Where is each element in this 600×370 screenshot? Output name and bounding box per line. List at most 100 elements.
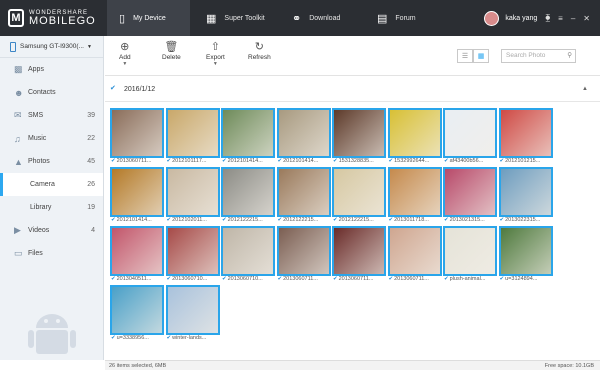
checked-icon[interactable]: ✔ xyxy=(500,158,505,164)
photo-thumbnail[interactable]: ✔1531328835... xyxy=(332,108,386,167)
tab-super-toolkit[interactable]: ▦ Super Toolkit xyxy=(200,0,280,36)
photo-thumbnail[interactable]: ✔2013060711... xyxy=(276,226,331,285)
checked-icon[interactable]: ✔ xyxy=(389,217,394,223)
list-view-icon[interactable]: ☰ xyxy=(457,49,473,63)
sidebar-item-apps[interactable]: ▩ Apps xyxy=(0,58,103,81)
photo-thumbnail[interactable]: ✔2012101414... xyxy=(276,108,331,167)
photo-thumbnail[interactable]: ✔2013060711... xyxy=(332,226,386,285)
photo-thumbnail[interactable]: ✔2013021315... xyxy=(443,167,497,226)
photo-thumbnail[interactable]: ✔2012101215... xyxy=(498,108,553,167)
user-name[interactable]: kaka yang xyxy=(505,15,537,22)
photo-image[interactable] xyxy=(276,108,331,158)
photo-image[interactable] xyxy=(276,167,331,217)
photo-thumbnail[interactable]: ✔2013022315... xyxy=(498,167,553,226)
photo-image[interactable] xyxy=(332,108,386,158)
checked-icon[interactable]: ✔ xyxy=(333,158,338,164)
sidebar-item-contacts[interactable]: ☻ Contacts xyxy=(0,81,103,104)
checked-icon[interactable]: ✔ xyxy=(333,276,338,282)
photo-image[interactable] xyxy=(110,108,164,158)
checked-icon[interactable]: ✔ xyxy=(111,217,116,223)
photo-thumbnail[interactable]: ✔2013060710... xyxy=(221,226,275,285)
checked-icon[interactable]: ✔ xyxy=(444,276,449,282)
add-button[interactable]: ⊕ Add ▼ xyxy=(119,40,131,67)
photo-thumbnail[interactable]: ✔plush-animal... xyxy=(443,226,497,285)
photo-thumbnail[interactable]: ✔2013040511... xyxy=(110,226,164,285)
checked-icon[interactable]: ✔ xyxy=(111,276,116,282)
photo-thumbnail[interactable]: ✔af43400b56... xyxy=(443,108,497,167)
photo-thumbnail[interactable]: ✔2012122215... xyxy=(276,167,331,226)
sidebar-item-music[interactable]: ♫ Music 22 xyxy=(0,127,103,150)
refresh-button[interactable]: ↻ Refresh xyxy=(248,40,271,61)
checked-icon[interactable]: ✔ xyxy=(222,217,227,223)
photo-thumbnail[interactable]: ✔2012102011... xyxy=(165,167,220,226)
checked-icon[interactable]: ✔ xyxy=(389,276,394,282)
photo-thumbnail[interactable]: ✔2012101414... xyxy=(110,167,164,226)
group-checkbox[interactable]: ✔ xyxy=(110,85,118,93)
checked-icon[interactable]: ✔ xyxy=(500,217,505,223)
checked-icon[interactable]: ✔ xyxy=(278,276,283,282)
tab-download[interactable]: ⚭ Download xyxy=(288,0,358,36)
menu-icon[interactable]: ≡ xyxy=(558,14,563,23)
checked-icon[interactable]: ✔ xyxy=(278,158,283,164)
collapse-icon[interactable]: ▲ xyxy=(582,86,588,92)
photo-image[interactable] xyxy=(387,226,442,276)
tab-forum[interactable]: ▤ Forum xyxy=(375,0,445,36)
photo-image[interactable] xyxy=(165,285,220,335)
photo-image[interactable] xyxy=(332,167,386,217)
photo-thumbnail[interactable]: ✔winter-lands... xyxy=(165,285,220,344)
photo-image[interactable] xyxy=(221,226,275,276)
photo-thumbnail[interactable]: ✔2013060711... xyxy=(387,226,442,285)
checked-icon[interactable]: ✔ xyxy=(222,276,227,282)
checked-icon[interactable]: ✔ xyxy=(167,276,172,282)
photo-image[interactable] xyxy=(387,167,442,217)
photo-image[interactable] xyxy=(276,226,331,276)
cart-icon[interactable]: ⧳ xyxy=(545,13,550,23)
search-input[interactable]: Search Photo ⚲ xyxy=(501,49,576,63)
photo-thumbnail[interactable]: ✔1532992644... xyxy=(387,108,442,167)
photo-thumbnail[interactable]: ✔2012101414... xyxy=(221,108,275,167)
photo-image[interactable] xyxy=(221,108,275,158)
photo-image[interactable] xyxy=(443,226,497,276)
photo-image[interactable] xyxy=(110,167,164,217)
checked-icon[interactable]: ✔ xyxy=(111,335,116,341)
photo-thumbnail[interactable]: ✔2012122215... xyxy=(221,167,275,226)
checked-icon[interactable]: ✔ xyxy=(444,217,449,223)
photo-thumbnail[interactable]: ✔2012122215... xyxy=(332,167,386,226)
sidebar-item-videos[interactable]: ▶ Videos 4 xyxy=(0,219,103,242)
photo-image[interactable] xyxy=(387,108,442,158)
photo-image[interactable] xyxy=(443,108,497,158)
photo-image[interactable] xyxy=(110,285,164,335)
photo-image[interactable] xyxy=(165,108,220,158)
tab-my-device[interactable]: ▯ My Device xyxy=(107,0,190,36)
checked-icon[interactable]: ✔ xyxy=(333,217,338,223)
photo-image[interactable] xyxy=(498,167,553,217)
close-icon[interactable]: ✕ xyxy=(583,14,590,23)
photo-thumbnail[interactable]: ✔2013011718... xyxy=(387,167,442,226)
sidebar-item-photos[interactable]: ▲ Photos 45 xyxy=(0,150,103,173)
checked-icon[interactable]: ✔ xyxy=(389,158,394,164)
photo-image[interactable] xyxy=(443,167,497,217)
delete-button[interactable]: 🗑︎ Delete xyxy=(162,40,181,61)
device-selector[interactable]: Samsung GT-I9300(... ▼ xyxy=(0,36,103,58)
photo-thumbnail[interactable]: ✔u=3338956... xyxy=(110,285,164,344)
checked-icon[interactable]: ✔ xyxy=(222,158,227,164)
photo-thumbnail[interactable]: ✔2013060711... xyxy=(110,108,164,167)
photo-image[interactable] xyxy=(498,226,553,276)
avatar[interactable] xyxy=(484,10,500,26)
checked-icon[interactable]: ✔ xyxy=(167,217,172,223)
sidebar-item-sms[interactable]: ✉ SMS 39 xyxy=(0,104,103,127)
photo-thumbnail[interactable]: ✔u=3124894... xyxy=(498,226,553,285)
checked-icon[interactable]: ✔ xyxy=(167,158,172,164)
photo-image[interactable] xyxy=(165,167,220,217)
grid-view-icon[interactable]: ▦ xyxy=(473,49,489,63)
sidebar-item-library[interactable]: Library 19 xyxy=(0,196,103,219)
minimize-icon[interactable]: – xyxy=(571,14,575,23)
photo-image[interactable] xyxy=(110,226,164,276)
photo-thumbnail[interactable]: ✔2013060710... xyxy=(165,226,220,285)
checked-icon[interactable]: ✔ xyxy=(278,217,283,223)
photo-thumbnail[interactable]: ✔2012101117... xyxy=(165,108,220,167)
photo-image[interactable] xyxy=(332,226,386,276)
checked-icon[interactable]: ✔ xyxy=(111,158,116,164)
photo-image[interactable] xyxy=(165,226,220,276)
photo-image[interactable] xyxy=(498,108,553,158)
